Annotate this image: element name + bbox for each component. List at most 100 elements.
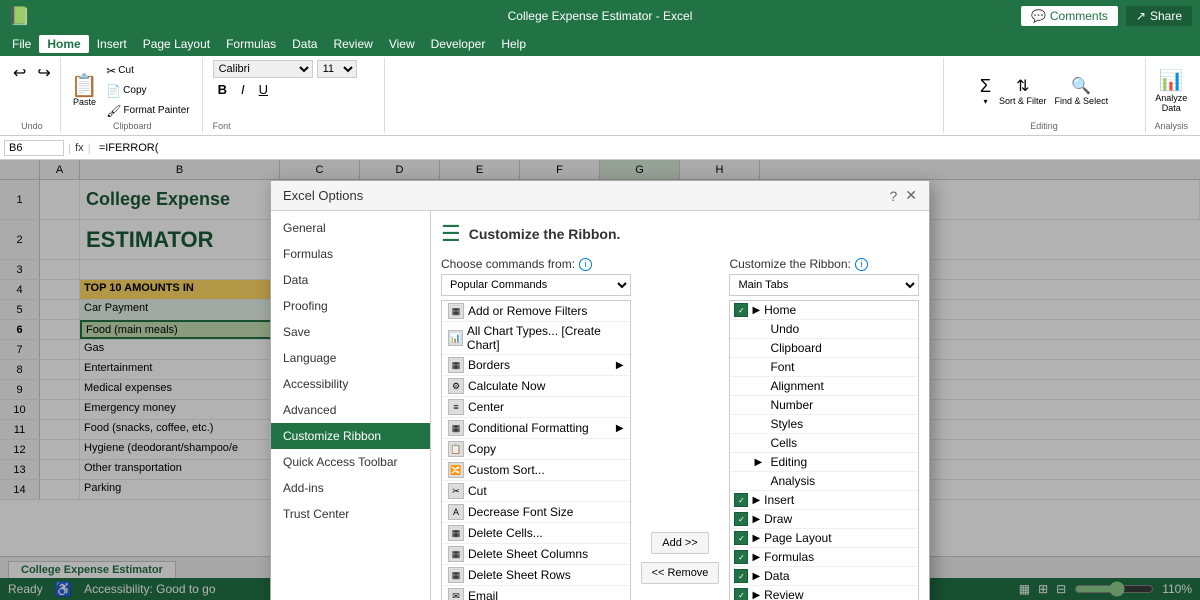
tree-item-number[interactable]: Number (730, 396, 918, 415)
cmd-icon: ≡ (448, 399, 464, 415)
font-family-select[interactable]: Calibri (213, 60, 313, 78)
clipboard-group-label: Clipboard (113, 121, 152, 131)
expand-arrow[interactable]: ▶ (752, 590, 760, 600)
tree-item-review[interactable]: ✓ ▶ Review (730, 586, 918, 600)
right-info-icon[interactable]: i (855, 258, 868, 271)
tree-item-styles[interactable]: Styles (730, 415, 918, 434)
remove-button[interactable]: << Remove (641, 562, 720, 584)
menu-insert[interactable]: Insert (89, 35, 135, 53)
sidebar-item-general[interactable]: General (271, 215, 430, 241)
left-column: Choose commands from: i Popular Commands… (441, 257, 631, 600)
left-info-icon[interactable]: i (579, 258, 592, 271)
tree-item-alignment[interactable]: Alignment (730, 377, 918, 396)
tree-item-page-layout[interactable]: ✓ ▶ Page Layout (730, 529, 918, 548)
sidebar-item-proofing[interactable]: Proofing (271, 293, 430, 319)
expand-arrow[interactable]: ▶ (752, 571, 760, 582)
expand-arrow[interactable]: ▶ (752, 495, 760, 506)
tree-item-cells[interactable]: Cells (730, 434, 918, 453)
modal-overlay: Excel Options ? ✕ General Formulas Data … (0, 160, 1200, 600)
formula-input[interactable] (95, 142, 1196, 154)
list-item[interactable]: ≡ Center (442, 397, 630, 418)
menu-help[interactable]: Help (493, 35, 534, 53)
expand-arrow[interactable]: ▶ (752, 305, 760, 316)
tree-item-home[interactable]: ✓ ▶ Home (730, 301, 918, 320)
right-label: Customize the Ribbon: i (729, 257, 919, 271)
tree-item-analysis[interactable]: Analysis (730, 472, 918, 491)
autosum-button[interactable]: Σ ▾ (980, 76, 991, 106)
menu-view[interactable]: View (381, 35, 423, 53)
ribbon-spacer (387, 58, 942, 133)
menu-review[interactable]: Review (325, 35, 380, 53)
modal-close-button[interactable]: ✕ (905, 187, 917, 204)
list-item[interactable]: ⚙ Calculate Now (442, 376, 630, 397)
main-tabs-dropdown[interactable]: Main Tabs (729, 274, 919, 296)
undo-button[interactable]: ↩ (8, 60, 31, 86)
modal-help-button[interactable]: ? (889, 187, 897, 204)
expand-arrow[interactable]: ▶ (752, 533, 760, 544)
expand-arrow[interactable]: ▶ (754, 457, 766, 468)
font-size-select[interactable]: 11 (317, 60, 357, 78)
underline-button[interactable]: U (254, 80, 273, 99)
copy-button[interactable]: 📄 Copy (102, 82, 193, 100)
formula-divider: | (68, 141, 71, 155)
share-button[interactable]: ↗ Share (1126, 6, 1192, 26)
tree-item-formulas[interactable]: ✓ ▶ Formulas (730, 548, 918, 567)
list-item[interactable]: ▦ Delete Sheet Rows (442, 565, 630, 586)
sidebar-item-formulas[interactable]: Formulas (271, 241, 430, 267)
tree-item-insert[interactable]: ✓ ▶ Insert (730, 491, 918, 510)
commands-from-dropdown[interactable]: Popular Commands (441, 274, 631, 296)
sidebar-item-language[interactable]: Language (271, 345, 430, 371)
add-button[interactable]: Add >> (651, 532, 708, 554)
list-item[interactable]: ▦ Borders ▶ (442, 355, 630, 376)
list-item[interactable]: 🔀 Custom Sort... (442, 460, 630, 481)
italic-button[interactable]: I (236, 80, 250, 99)
find-select-button[interactable]: 🔍 Find & Select (1055, 76, 1109, 106)
menu-data[interactable]: Data (284, 35, 325, 53)
check-icon: ✓ (734, 303, 748, 317)
modal-title: Excel Options (283, 188, 363, 203)
tree-item-editing[interactable]: ▶ Editing (730, 453, 918, 472)
menu-file[interactable]: File (4, 35, 39, 53)
list-item[interactable]: A Decrease Font Size (442, 502, 630, 523)
list-item[interactable]: 📊 All Chart Types... [Create Chart] (442, 322, 630, 355)
tree-item-undo[interactable]: Undo (730, 320, 918, 339)
list-item[interactable]: 📋 Copy (442, 439, 630, 460)
sidebar-item-advanced[interactable]: Advanced (271, 397, 430, 423)
tree-item-draw[interactable]: ✓ ▶ Draw (730, 510, 918, 529)
sidebar-item-accessibility[interactable]: Accessibility (271, 371, 430, 397)
list-item[interactable]: ▦ Conditional Formatting ▶ (442, 418, 630, 439)
list-item[interactable]: ▦ Add or Remove Filters (442, 301, 630, 322)
cmd-icon: 📋 (448, 441, 464, 457)
cut-button[interactable]: ✂ Cut (102, 62, 193, 80)
sidebar-item-addins[interactable]: Add-ins (271, 475, 430, 501)
list-item[interactable]: ✉ Email (442, 586, 630, 600)
cell-reference-input[interactable] (4, 140, 64, 156)
expand-arrow[interactable]: ▶ (752, 514, 760, 525)
redo-button[interactable]: ↪ (32, 60, 55, 86)
paste-button[interactable]: 📋 Paste (71, 75, 98, 107)
list-item[interactable]: ▦ Delete Cells... (442, 523, 630, 544)
sort-filter-button[interactable]: ⇅ Sort & Filter (999, 76, 1047, 106)
expand-arrow[interactable]: ▶ (752, 552, 760, 563)
sidebar-item-save[interactable]: Save (271, 319, 430, 345)
main-area: A B C D E F G H 1 College Expense 2 ESTI… (0, 160, 1200, 600)
menu-developer[interactable]: Developer (423, 35, 494, 53)
comments-button[interactable]: 💬 Comments (1021, 6, 1118, 26)
bold-button[interactable]: B (213, 80, 232, 99)
sidebar-item-quick-access[interactable]: Quick Access Toolbar (271, 449, 430, 475)
menu-home[interactable]: Home (39, 35, 88, 53)
ribbon: ↩ ↪ Undo 📋 Paste ✂ Cut 📄 Copy 🖌 Format P… (0, 56, 1200, 136)
sidebar-item-customize-ribbon[interactable]: Customize Ribbon (271, 423, 430, 449)
tree-item-data[interactable]: ✓ ▶ Data (730, 567, 918, 586)
list-item[interactable]: ✂ Cut (442, 481, 630, 502)
list-item[interactable]: ▦ Delete Sheet Columns (442, 544, 630, 565)
sidebar-item-trust-center[interactable]: Trust Center (271, 501, 430, 527)
check-icon: ✓ (734, 493, 748, 507)
format-painter-button[interactable]: 🖌 Format Painter (102, 102, 193, 120)
menu-formulas[interactable]: Formulas (218, 35, 284, 53)
sidebar-item-data[interactable]: Data (271, 267, 430, 293)
tree-item-clipboard[interactable]: Clipboard (730, 339, 918, 358)
analyze-data-button[interactable]: 📊 Analyze Data (1155, 60, 1187, 121)
tree-item-font[interactable]: Font (730, 358, 918, 377)
menu-page-layout[interactable]: Page Layout (135, 35, 218, 53)
